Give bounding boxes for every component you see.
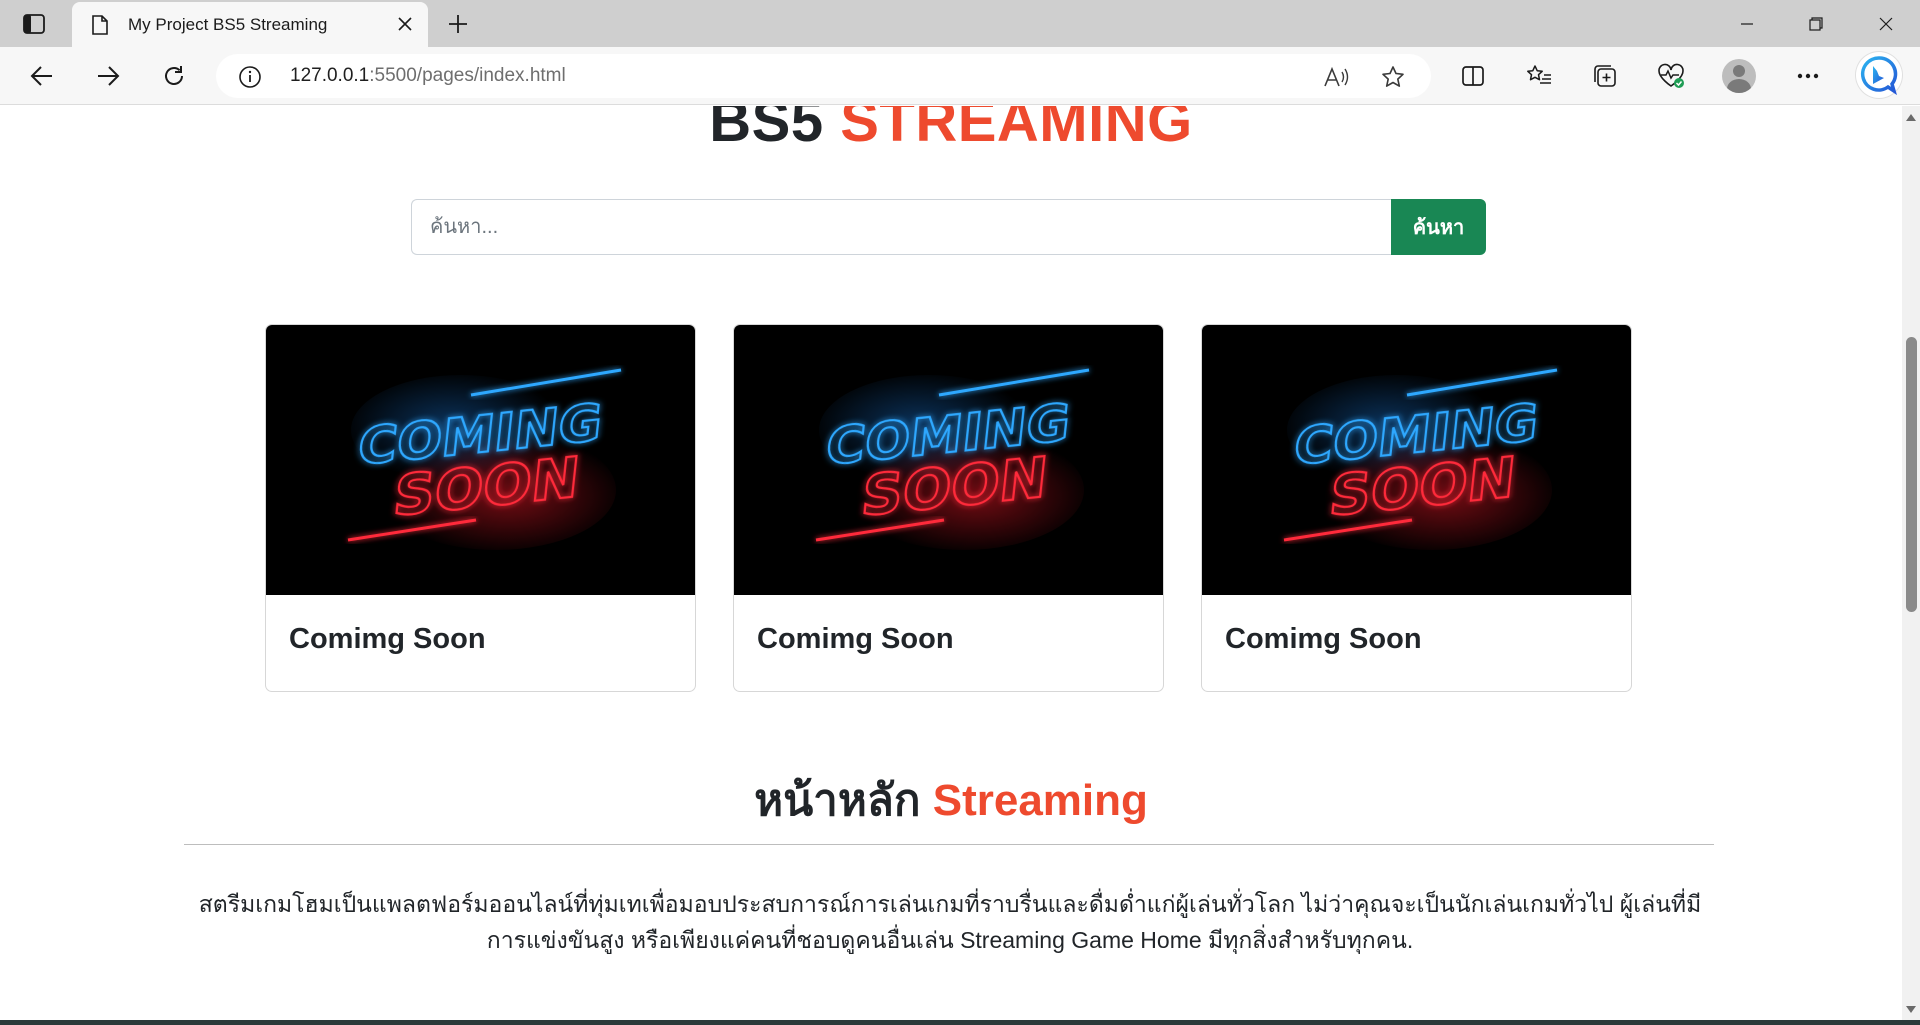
read-aloud-icon[interactable] (1321, 62, 1351, 92)
info-icon[interactable] (238, 65, 262, 89)
star-icon[interactable] (1378, 62, 1408, 92)
more-dots-icon[interactable] (1790, 58, 1826, 94)
section-divider (184, 844, 1714, 845)
url-path: :5500/pages/index.html (369, 65, 566, 86)
tab-title: My Project BS5 Streaming (128, 14, 328, 34)
section-title-text: หน้าหลัก (754, 776, 921, 825)
coming-soon-card[interactable]: COMING SOON Comimg Soon (1201, 324, 1632, 692)
url-text[interactable]: 127.0.0.1:5500/pages/index.html (290, 65, 566, 87)
browser-tab-active[interactable]: My Project BS5 Streaming (72, 2, 428, 47)
card-title: Comimg Soon (757, 623, 954, 655)
brand-text: BS5 (709, 106, 824, 154)
card-title: Comimg Soon (289, 623, 486, 655)
scroll-down-icon[interactable] (1906, 1004, 1916, 1014)
tab-actions-icon[interactable] (18, 10, 50, 38)
page-viewport: BS5 STREAMING ค้นหา... ค้นหา COMING SOON… (0, 106, 1902, 1020)
split-screen-icon[interactable] (1455, 58, 1491, 94)
close-tab-icon[interactable] (394, 13, 416, 35)
coming-soon-image: COMING SOON (734, 325, 1163, 595)
taskbar-edge (0, 1020, 1920, 1025)
card-title: Comimg Soon (1225, 623, 1422, 655)
browser-toolbar: 127.0.0.1:5500/pages/index.html (0, 47, 1920, 105)
search-button[interactable]: ค้นหา (1391, 199, 1486, 255)
address-bar[interactable]: 127.0.0.1:5500/pages/index.html (216, 54, 1431, 98)
brand-title: BS5 STREAMING (0, 106, 1902, 155)
scroll-thumb[interactable] (1906, 337, 1917, 612)
heart-pulse-icon[interactable] (1653, 58, 1689, 94)
restore-icon[interactable] (1782, 0, 1850, 47)
profile-avatar[interactable] (1722, 59, 1756, 93)
close-window-icon[interactable] (1852, 0, 1920, 47)
brand-accent: STREAMING (840, 106, 1193, 154)
minimize-icon[interactable] (1713, 0, 1781, 47)
coming-soon-card[interactable]: COMING SOON Comimg Soon (265, 324, 696, 692)
coming-soon-image: COMING SOON (1202, 325, 1631, 595)
search-input[interactable] (411, 199, 1391, 255)
forward-arrow-icon[interactable] (90, 58, 126, 94)
coming-soon-image: COMING SOON (266, 325, 695, 595)
page-icon (90, 14, 110, 36)
section-description: สตรีมเกมโฮมเป็นแพลตฟอร์มออนไลน์ที่ทุ่มเท… (198, 891, 1702, 953)
page-scrollbar[interactable] (1902, 106, 1920, 1020)
collections-icon[interactable] (1587, 58, 1623, 94)
new-tab-icon[interactable] (442, 8, 474, 40)
refresh-icon[interactable] (156, 58, 192, 94)
url-host: 127.0.0.1 (290, 65, 370, 86)
favorites-list-icon[interactable] (1521, 58, 1557, 94)
search-group: ค้นหา (411, 199, 1486, 255)
bing-copilot-icon[interactable] (1856, 52, 1902, 98)
card-row: COMING SOON Comimg Soon COMING SOON Comi… (265, 324, 1633, 692)
section-title-accent: Streaming (932, 776, 1148, 825)
coming-soon-card[interactable]: COMING SOON Comimg Soon (733, 324, 1164, 692)
browser-tab-bar: My Project BS5 Streaming (0, 0, 1920, 47)
back-arrow-icon[interactable] (24, 58, 60, 94)
section-title: หน้าหลัก Streaming (0, 766, 1902, 836)
scroll-up-icon[interactable] (1906, 112, 1916, 122)
